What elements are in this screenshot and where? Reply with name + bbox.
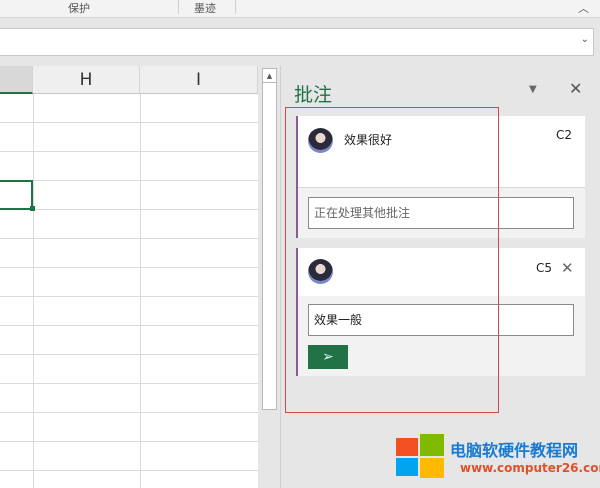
watermark-logo (396, 432, 446, 480)
triangle-down-icon[interactable]: ▼ (529, 84, 537, 95)
fill-handle[interactable] (30, 206, 35, 211)
gridline (0, 122, 258, 123)
highlight-box (285, 107, 499, 413)
vertical-scrollbar[interactable]: ▲ (262, 68, 277, 410)
divider (178, 0, 179, 14)
cell-reference[interactable]: C5 (536, 261, 552, 275)
gridline (0, 180, 258, 181)
selected-cell[interactable] (0, 180, 33, 210)
gridline (140, 94, 141, 488)
gridline (0, 470, 258, 471)
scroll-up-icon[interactable]: ▲ (263, 69, 276, 83)
chevron-down-icon[interactable]: ⌄ (581, 34, 589, 45)
divider (235, 0, 236, 14)
watermark-url: www.computer26.com (460, 461, 600, 475)
gridline (0, 296, 258, 297)
spreadsheet-grid[interactable]: H I (0, 66, 258, 488)
gridline (0, 151, 258, 152)
formula-bar[interactable]: ⌄ (0, 28, 594, 56)
close-icon[interactable]: ✕ (569, 79, 582, 98)
gridline (0, 412, 258, 413)
column-header-g[interactable] (0, 66, 33, 94)
ribbon-group-ink[interactable]: 墨迹 (194, 0, 216, 16)
pane-title: 批注 (294, 84, 333, 106)
gridline (0, 267, 258, 268)
cell-reference[interactable]: C2 (556, 128, 572, 142)
close-icon[interactable]: ✕ (561, 259, 574, 277)
ribbon-group-protect[interactable]: 保护 (68, 0, 90, 16)
column-header-i[interactable]: I (140, 66, 258, 94)
column-header-h[interactable]: H (33, 66, 140, 94)
gridline (33, 94, 34, 488)
chevron-up-icon[interactable]: ︿ (578, 0, 589, 16)
ribbon: 保护 墨迹 ︿ (0, 0, 600, 18)
gridline (0, 441, 258, 442)
watermark-title: 电脑软硬件教程网 (450, 441, 579, 460)
gridline (0, 383, 258, 384)
gridline (0, 238, 258, 239)
gridline (0, 325, 258, 326)
gridline (0, 354, 258, 355)
gridline (0, 209, 258, 210)
